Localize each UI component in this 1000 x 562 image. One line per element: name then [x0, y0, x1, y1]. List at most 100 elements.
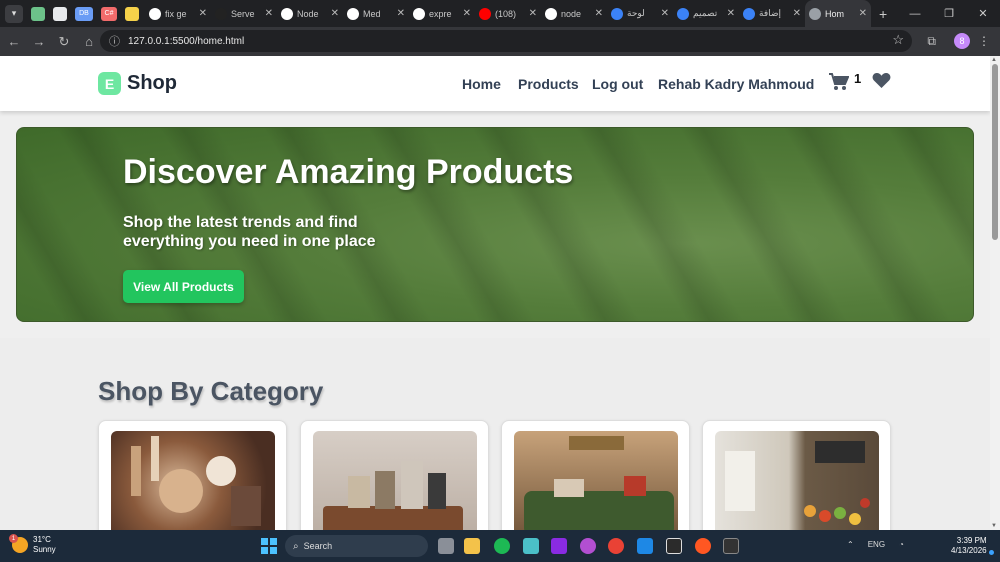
browser-tab-title: fix ge — [165, 8, 187, 19]
extensions-icon[interactable]: ⧉ — [927, 34, 936, 49]
nav-products[interactable]: Products — [518, 76, 579, 92]
nav-logout-link[interactable]: Log out — [592, 76, 643, 92]
site-info-icon[interactable]: ⓘ — [109, 33, 120, 49]
view-all-products-button[interactable]: View All Products — [123, 270, 244, 303]
category-card-groceries[interactable] — [702, 420, 891, 530]
category-image-groceries — [715, 431, 879, 530]
minimize-icon[interactable]: — — [898, 8, 932, 20]
webstorm-icon[interactable] — [666, 538, 682, 554]
app-icon[interactable] — [523, 538, 539, 554]
nav-user-name[interactable]: Rehab Kadry Mahmoud — [658, 76, 814, 92]
taskbar-clock[interactable]: 3:39 PM 4/13/2026 — [951, 536, 987, 556]
page-viewport: E Shop Home Products Log out Rehab Kadry… — [0, 56, 990, 530]
wifi-icon[interactable]: ◔ — [899, 540, 904, 549]
close-window-icon[interactable]: ✕ — [966, 7, 1000, 20]
browser-tab-title: Med — [363, 8, 381, 19]
back-icon[interactable]: ← — [3, 34, 25, 49]
browser-tab-title: Node — [297, 8, 319, 19]
scrollbar-thumb[interactable] — [992, 64, 998, 240]
bookmark-star-icon[interactable]: ☆ — [892, 32, 904, 48]
clock-time: 3:39 PM — [956, 536, 987, 545]
sun-icon: 1 — [9, 534, 28, 553]
browser-tab[interactable]: إضافة ✕ — [739, 0, 805, 27]
browser-tab[interactable]: fix ge ✕ — [145, 0, 211, 27]
nav-user-link[interactable]: Rehab Kadry Mahmoud — [658, 76, 814, 92]
close-tab-icon[interactable]: ✕ — [661, 8, 669, 19]
browser-tab[interactable]: (108) ✕ — [475, 0, 541, 27]
language-indicator[interactable]: ENG — [868, 540, 885, 549]
browser-tab-title: تصميم — [693, 8, 718, 18]
weather-widget[interactable]: 1 31°C Sunny — [9, 534, 56, 555]
windows-start-icon[interactable] — [261, 538, 277, 554]
wishlist-heart-icon[interactable] — [872, 72, 891, 95]
close-tab-icon[interactable]: ✕ — [793, 8, 801, 19]
taskbar-search[interactable]: ⌕ Search — [285, 535, 428, 557]
browser-tab[interactable]: node ✕ — [541, 0, 607, 27]
category-card-cosmetics[interactable] — [98, 420, 287, 530]
weather-desc: Sunny — [33, 545, 56, 554]
home-icon[interactable]: ⌂ — [78, 34, 100, 49]
terminal-icon[interactable] — [723, 538, 739, 554]
address-bar[interactable]: ⓘ 127.0.0.1:5500/home.html ☆ — [100, 30, 912, 52]
pinned-tab-db-icon[interactable]: DB — [75, 6, 93, 21]
close-tab-icon[interactable]: ✕ — [595, 8, 603, 19]
chrome-icon[interactable] — [608, 538, 624, 554]
browser-tab[interactable]: Hom ✕ — [805, 0, 871, 27]
url-text[interactable]: 127.0.0.1:5500/home.html — [128, 36, 244, 47]
hero-banner: Discover Amazing Products Shop the lates… — [16, 127, 974, 322]
clock-date: 4/13/2026 — [951, 546, 987, 555]
file-explorer-icon[interactable] — [464, 538, 480, 554]
forward-icon[interactable]: → — [28, 34, 50, 49]
page-scrollbar[interactable]: ▲ ▼ — [990, 56, 1000, 530]
close-tab-icon[interactable]: ✕ — [463, 8, 471, 19]
postman-icon[interactable] — [695, 538, 711, 554]
browser-tab[interactable]: لوحة ✕ — [607, 0, 673, 27]
scroll-up-icon[interactable]: ▲ — [991, 57, 997, 63]
browser-menu-icon[interactable]: ⋮ — [978, 34, 990, 48]
category-card-furniture[interactable] — [501, 420, 690, 530]
browser-tab[interactable]: Node ✕ — [277, 0, 343, 27]
browser-tab-title: expre — [429, 8, 452, 19]
nav-products-link[interactable]: Products — [518, 76, 579, 92]
close-tab-icon[interactable]: ✕ — [529, 8, 537, 19]
pinned-tab-yellow-icon[interactable] — [125, 6, 139, 21]
category-section-title: Shop By Category — [98, 376, 324, 406]
restore-icon[interactable]: ❐ — [932, 7, 966, 20]
reload-icon[interactable]: ↻ — [53, 34, 75, 50]
nav-home[interactable]: Home — [462, 76, 501, 92]
nav-logout[interactable]: Log out — [592, 76, 643, 92]
globe-icon — [809, 7, 821, 20]
pinned-tab-csharp-icon[interactable]: C# — [101, 6, 117, 21]
tab-search-icon[interactable]: ▾ — [5, 4, 23, 23]
category-card-perfumes[interactable] — [300, 420, 489, 530]
close-tab-icon[interactable]: ✕ — [265, 8, 273, 19]
visual-studio-icon[interactable] — [551, 538, 567, 554]
cart-icon[interactable] — [829, 73, 850, 96]
pinned-tab-white-icon[interactable] — [53, 6, 67, 21]
hero-subtitle: Shop the latest trends and find everythi… — [123, 214, 376, 250]
browser-tab-title: إضافة — [759, 8, 782, 18]
logo-text: Shop — [127, 72, 177, 94]
profile-avatar[interactable]: 8 — [954, 33, 970, 49]
pinned-tab-green-icon[interactable] — [31, 6, 45, 21]
site-header: E Shop Home Products Log out Rehab Kadry… — [0, 56, 990, 111]
browser-tab[interactable]: Med ✕ — [343, 0, 409, 27]
close-tab-icon[interactable]: ✕ — [397, 8, 405, 19]
close-tab-icon[interactable]: ✕ — [859, 8, 867, 19]
task-view-icon[interactable] — [438, 538, 454, 554]
new-tab-button[interactable]: + — [879, 6, 887, 22]
close-tab-icon[interactable]: ✕ — [331, 8, 339, 19]
browser-tab[interactable]: expre ✕ — [409, 0, 475, 27]
close-tab-icon[interactable]: ✕ — [199, 8, 207, 19]
spotify-icon[interactable] — [494, 538, 510, 554]
browser-tab[interactable]: تصميم ✕ — [673, 0, 739, 27]
scroll-down-icon[interactable]: ▼ — [991, 523, 997, 529]
nav-home-link[interactable]: Home — [462, 76, 501, 92]
vscode-icon[interactable] — [637, 538, 653, 554]
tray-chevron-icon[interactable]: ⌃ — [847, 540, 854, 549]
app-purple-icon[interactable] — [580, 538, 596, 554]
site-logo[interactable]: E Shop — [98, 72, 177, 95]
browser-tab[interactable]: Serve ✕ — [211, 0, 277, 27]
category-image-perfumes — [313, 431, 477, 530]
close-tab-icon[interactable]: ✕ — [727, 8, 735, 19]
